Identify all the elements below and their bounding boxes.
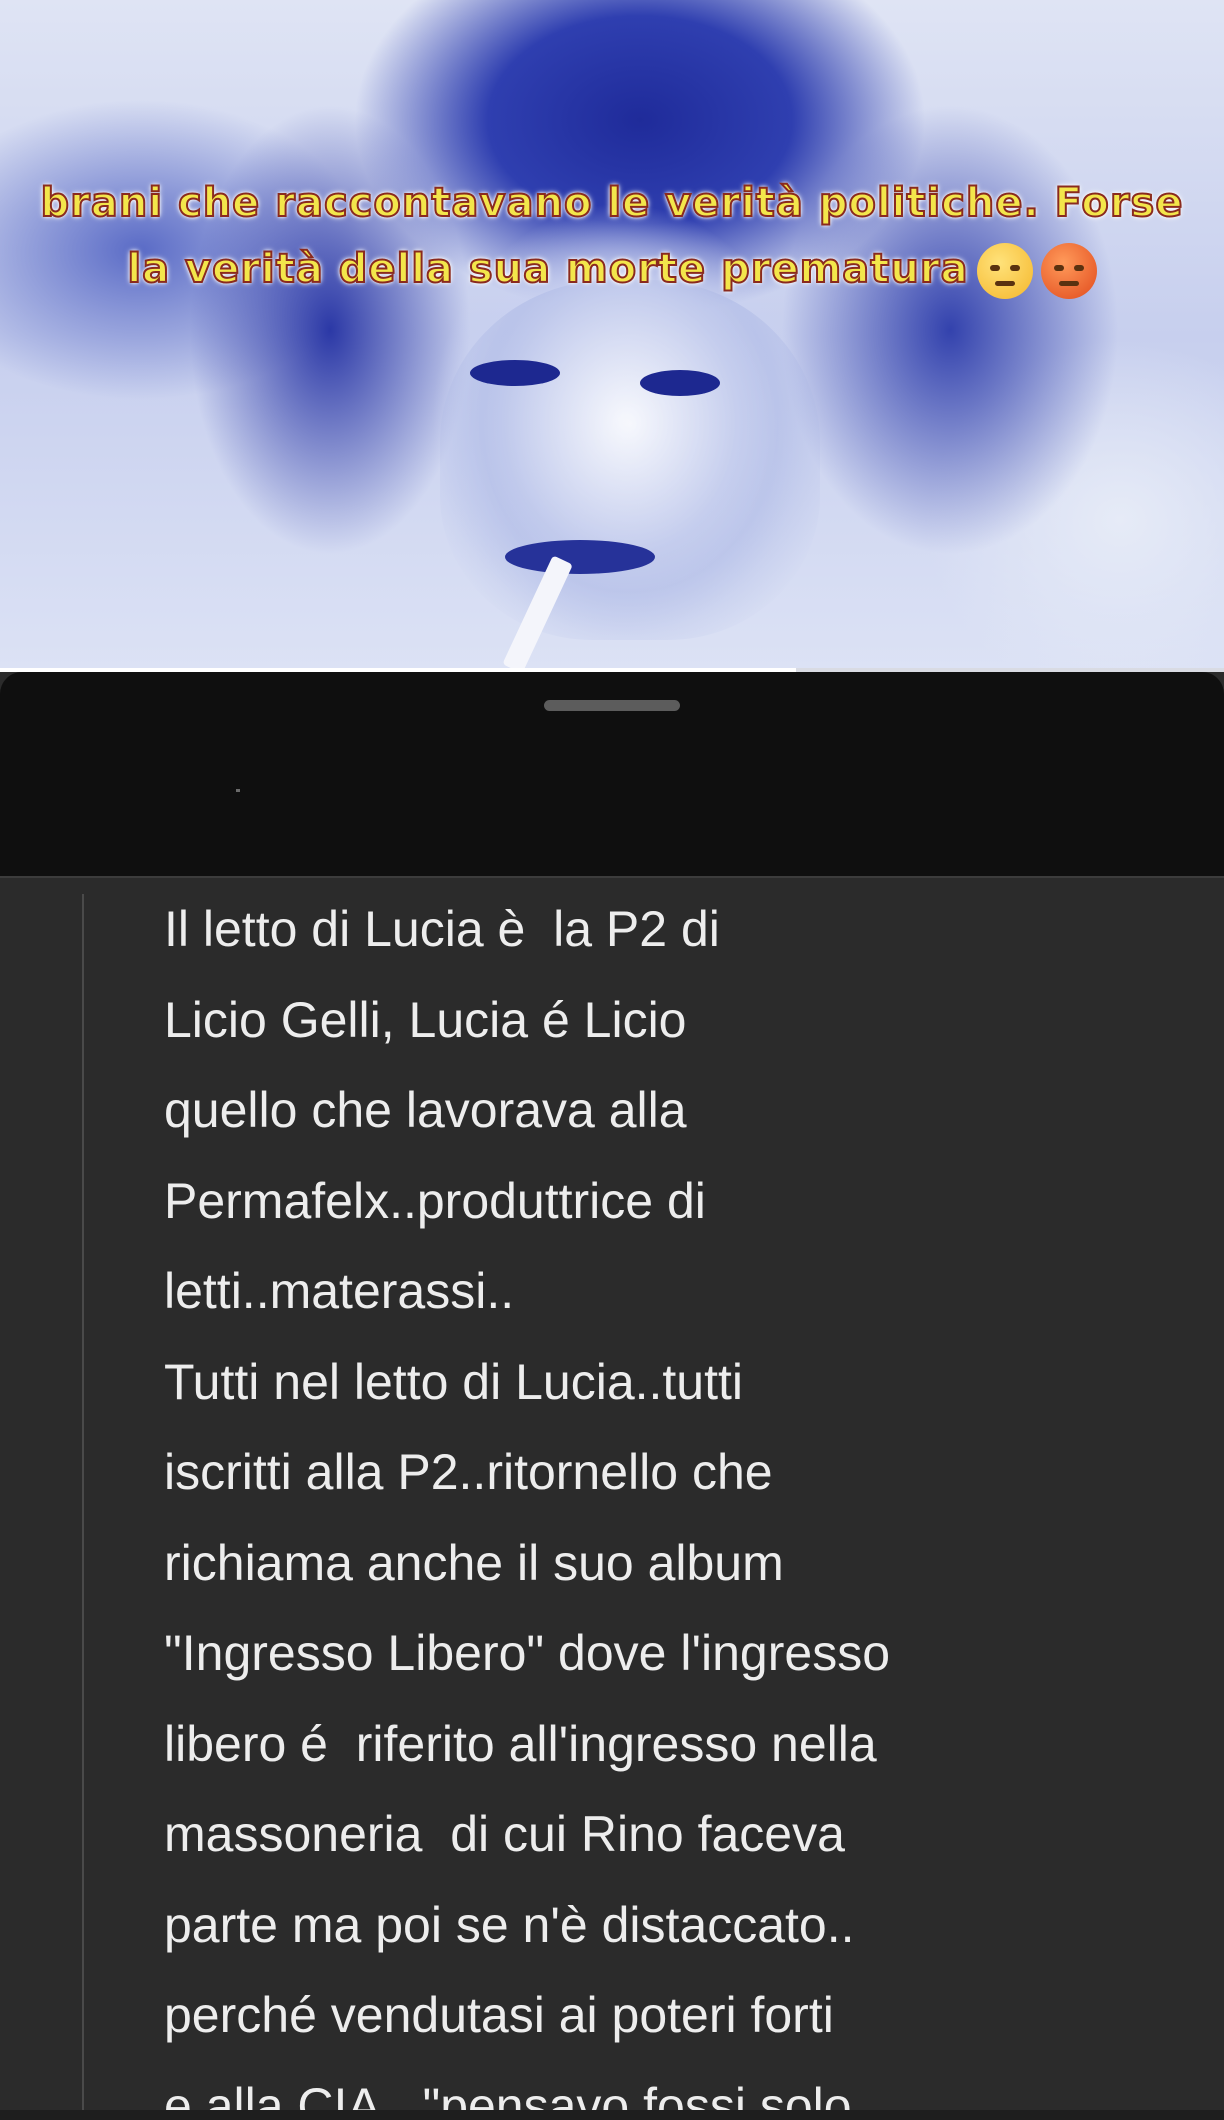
- video-frame-eye-right: [640, 370, 720, 396]
- comment-line: Permafelx..produttrice di: [164, 1172, 706, 1229]
- comment-line: Tutti nel letto di Lucia..tutti: [164, 1353, 744, 1410]
- video-player[interactable]: brani che raccontavano le verità politic…: [0, 0, 1224, 672]
- video-caption: brani che raccontavano le verità politic…: [0, 170, 1224, 302]
- video-frame-mouth: [505, 540, 655, 574]
- comment-line: iscritti alla P2..ritornello che: [164, 1444, 773, 1500]
- comment-line: libero é riferito all'ingresso nella: [164, 1715, 877, 1772]
- comment-reply-area[interactable]: Il letto di Lucia è la P2 di Licio Gelli…: [0, 878, 1224, 2110]
- reply-thread-line: [82, 894, 84, 2110]
- comment-line: perché vendutasi ai poteri forti: [164, 1987, 834, 2043]
- video-frame-eye-left: [470, 360, 560, 386]
- comment-line: letti..materassi..: [164, 1263, 515, 1319]
- sheet-header-mark: [236, 789, 240, 792]
- comment-line: Il letto di Lucia è la P2 di: [164, 901, 720, 957]
- comment-line: massoneria di cui Rino faceva: [164, 1806, 845, 1862]
- comment-line: richiama anche il suo album: [164, 1534, 784, 1591]
- pensive-face-icon: [976, 243, 1033, 299]
- comment-line: e alla CIA..."pensavo fossi solo: [164, 2077, 852, 2111]
- caption-line-1: brani che raccontavano le verità politic…: [40, 179, 1184, 227]
- comment-body: Il letto di Lucia è la P2 di Licio Gelli…: [164, 884, 1164, 2110]
- video-frame-portrait: [440, 280, 820, 640]
- comment-line: "Ingresso Libero" dove l'ingresso: [164, 1625, 891, 1681]
- bottom-edge-bar: [0, 2110, 1224, 2120]
- caption-line-2: la verità della sua morte prematura: [0, 236, 1224, 302]
- comment-line: Licio Gelli, Lucia é Licio: [164, 991, 687, 1048]
- sheet-drag-handle[interactable]: [544, 700, 680, 711]
- comment-line: parte ma poi se n'è distaccato..: [164, 1896, 855, 1953]
- angry-face-icon: [1040, 243, 1097, 299]
- comment-line: quello che lavorava alla: [164, 1082, 687, 1138]
